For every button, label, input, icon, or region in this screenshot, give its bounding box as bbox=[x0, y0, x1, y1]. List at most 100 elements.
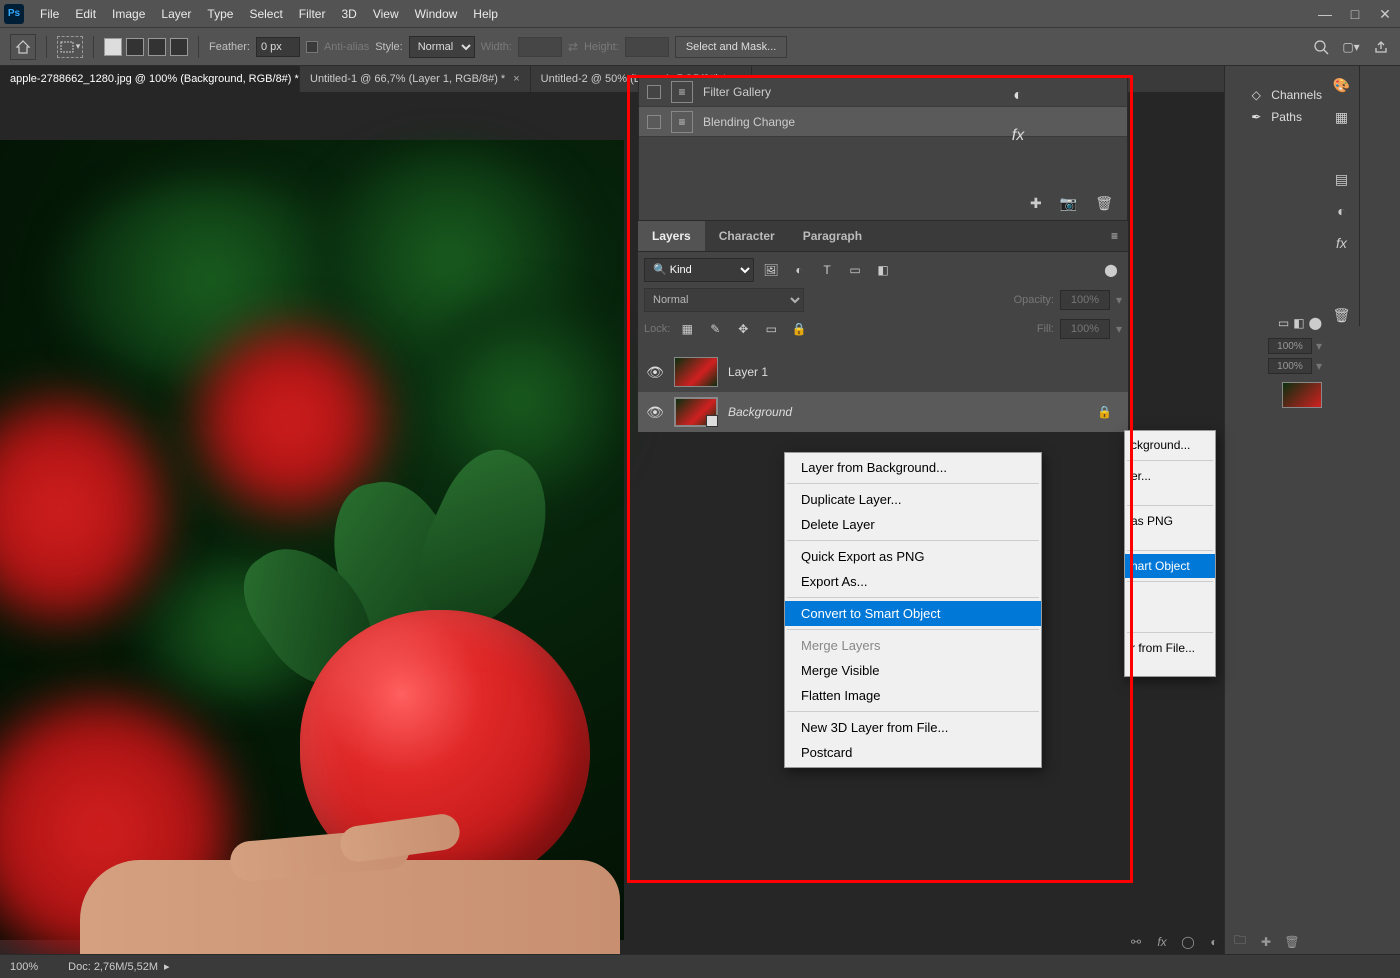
doc-tab-2[interactable]: Untitled-1 @ 66,7% (Layer 1, RGB/8#) * × bbox=[300, 66, 531, 92]
filter-adjust-icon[interactable]: ◐ bbox=[788, 259, 810, 281]
cmi-quick-export-png[interactable]: Quick Export as PNG bbox=[785, 544, 1041, 569]
cmi-partial[interactable]: nart Object bbox=[1125, 554, 1215, 578]
layer-thumbnail[interactable] bbox=[674, 357, 718, 387]
mini-icon[interactable]: ▭ bbox=[1278, 316, 1289, 330]
filter-smart-icon[interactable]: ◧ bbox=[872, 259, 894, 281]
new-group-icon[interactable]: 🗀 bbox=[1232, 931, 1248, 952]
history-item[interactable]: ≡ Blending Change bbox=[639, 107, 1127, 137]
maximize-button[interactable]: □ bbox=[1340, 0, 1370, 28]
history-item[interactable]: ≡ Filter Gallery bbox=[639, 77, 1127, 107]
filter-type-icon[interactable]: T bbox=[816, 259, 838, 281]
mini-icon[interactable]: ⬤ bbox=[1309, 316, 1322, 330]
layer-name[interactable]: Background bbox=[728, 405, 792, 419]
styles-icon[interactable]: fx bbox=[1007, 125, 1029, 147]
layer-thumbnail[interactable] bbox=[674, 397, 718, 427]
layer-mask-icon[interactable]: ◯ bbox=[1180, 935, 1196, 949]
search-icon[interactable] bbox=[1312, 38, 1330, 56]
layer-fx-icon[interactable]: fx bbox=[1154, 935, 1170, 949]
tab-layers[interactable]: Layers bbox=[638, 221, 705, 251]
chevron-right-icon[interactable]: ▸ bbox=[164, 961, 170, 973]
cmi-new-3d-layer[interactable]: New 3D Layer from File... bbox=[785, 715, 1041, 740]
feather-input[interactable] bbox=[256, 37, 300, 57]
filter-image-icon[interactable]: 🖼 bbox=[760, 259, 782, 281]
mini-fill[interactable]: 100% bbox=[1268, 358, 1312, 374]
link-layers-icon[interactable]: ⚯ bbox=[1128, 935, 1144, 949]
cmi-postcard[interactable]: Postcard bbox=[785, 740, 1041, 765]
home-button[interactable] bbox=[10, 34, 36, 60]
marquee-tool-icon[interactable]: ▾ bbox=[57, 36, 83, 58]
style-select[interactable]: Normal bbox=[409, 36, 475, 58]
menu-select[interactable]: Select bbox=[241, 0, 290, 28]
visibility-icon[interactable]: 👁 bbox=[646, 364, 664, 381]
cmi-partial[interactable]: as PNG bbox=[1125, 509, 1215, 533]
filter-shape-icon[interactable]: ▭ bbox=[844, 259, 866, 281]
menu-image[interactable]: Image bbox=[104, 0, 153, 28]
menu-help[interactable]: Help bbox=[465, 0, 506, 28]
menu-window[interactable]: Window bbox=[407, 0, 466, 28]
doc-size-info[interactable]: Doc: 2,76M/5,52M bbox=[68, 961, 158, 973]
properties-icon[interactable]: ▤ bbox=[1331, 168, 1353, 190]
trash-icon[interactable]: 🗑 bbox=[1095, 195, 1113, 212]
cmi-flatten-image[interactable]: Flatten Image bbox=[785, 683, 1041, 708]
menu-file[interactable]: File bbox=[32, 0, 67, 28]
mini-thumbnail[interactable] bbox=[1282, 382, 1322, 408]
doc-tab-1[interactable]: apple-2788662_1280.jpg @ 100% (Backgroun… bbox=[0, 66, 300, 92]
panel-menu-icon[interactable]: ≡ bbox=[1101, 221, 1128, 251]
tab-character[interactable]: Character bbox=[705, 221, 789, 251]
close-button[interactable]: ✕ bbox=[1370, 0, 1400, 28]
lock-icon[interactable]: 🔒 bbox=[1097, 405, 1112, 419]
opacity-value[interactable]: 100% bbox=[1060, 290, 1110, 310]
menu-3d[interactable]: 3D bbox=[333, 0, 364, 28]
filter-toggle-icon[interactable]: ⬤ bbox=[1100, 259, 1122, 281]
cmi-partial[interactable]: r from File... bbox=[1125, 636, 1215, 660]
share-icon[interactable] bbox=[1372, 38, 1390, 56]
intersect-selection-icon[interactable] bbox=[170, 38, 188, 56]
lock-artboard-icon[interactable]: ▭ bbox=[760, 318, 782, 340]
add-selection-icon[interactable] bbox=[126, 38, 144, 56]
swatches-icon[interactable]: ▦ bbox=[1331, 106, 1353, 128]
zoom-level[interactable]: 100% bbox=[10, 961, 38, 973]
cmi-convert-smart-object[interactable]: Convert to Smart Object bbox=[785, 601, 1041, 626]
subtract-selection-icon[interactable] bbox=[148, 38, 166, 56]
minimize-button[interactable]: — bbox=[1310, 0, 1340, 28]
tab-paragraph[interactable]: Paragraph bbox=[789, 221, 876, 251]
camera-icon[interactable]: 📷 bbox=[1060, 195, 1077, 212]
styles-icon[interactable]: fx bbox=[1331, 232, 1353, 254]
blend-mode-select[interactable]: Normal bbox=[644, 288, 804, 312]
cmi-export-as[interactable]: Export As... bbox=[785, 569, 1041, 594]
lock-move-icon[interactable]: ✥ bbox=[732, 318, 754, 340]
channels-tab[interactable]: ◇ Channels bbox=[1247, 86, 1322, 104]
adjustments-icon[interactable]: ◐ bbox=[1007, 85, 1029, 107]
delete-layer-icon[interactable]: 🗑 bbox=[1284, 935, 1300, 949]
adjustment-layer-icon[interactable]: ◐ bbox=[1206, 935, 1222, 949]
new-layer-icon[interactable]: ✚ bbox=[1258, 935, 1274, 949]
new-snapshot-icon[interactable]: ✚ bbox=[1030, 195, 1042, 212]
menu-layer[interactable]: Layer bbox=[153, 0, 199, 28]
layer-item-background[interactable]: 👁 Background 🔒 bbox=[638, 392, 1128, 432]
checkbox-icon[interactable] bbox=[647, 85, 661, 99]
layer-item[interactable]: 👁 Layer 1 bbox=[638, 352, 1128, 392]
cmi-delete-layer[interactable]: Delete Layer bbox=[785, 512, 1041, 537]
workspace-icon[interactable]: ▢▾ bbox=[1342, 38, 1360, 56]
lock-brush-icon[interactable]: ✎ bbox=[704, 318, 726, 340]
fill-value[interactable]: 100% bbox=[1060, 319, 1110, 339]
menu-type[interactable]: Type bbox=[199, 0, 241, 28]
menu-edit[interactable]: Edit bbox=[67, 0, 104, 28]
cmi-merge-visible[interactable]: Merge Visible bbox=[785, 658, 1041, 683]
visibility-icon[interactable]: 👁 bbox=[646, 404, 664, 421]
cmi-duplicate-layer[interactable]: Duplicate Layer... bbox=[785, 487, 1041, 512]
mini-icon[interactable]: ◧ bbox=[1293, 316, 1304, 330]
new-selection-icon[interactable] bbox=[104, 38, 122, 56]
paths-tab[interactable]: ✒ Paths bbox=[1247, 108, 1322, 126]
adjustments-icon[interactable]: ◐ bbox=[1331, 200, 1353, 222]
checkbox-icon[interactable] bbox=[647, 115, 661, 129]
menu-view[interactable]: View bbox=[365, 0, 407, 28]
color-icon[interactable]: 🎨 bbox=[1331, 74, 1353, 96]
trash-icon[interactable]: 🗑 bbox=[1331, 304, 1353, 326]
menu-filter[interactable]: Filter bbox=[291, 0, 334, 28]
layer-filter-kind[interactable]: 🔍 Kind bbox=[644, 258, 754, 282]
cmi-layer-from-background[interactable]: Layer from Background... bbox=[785, 455, 1041, 480]
lock-pixels-icon[interactable]: ▦ bbox=[676, 318, 698, 340]
select-and-mask-button[interactable]: Select and Mask... bbox=[675, 36, 788, 58]
close-icon[interactable]: × bbox=[513, 73, 519, 85]
